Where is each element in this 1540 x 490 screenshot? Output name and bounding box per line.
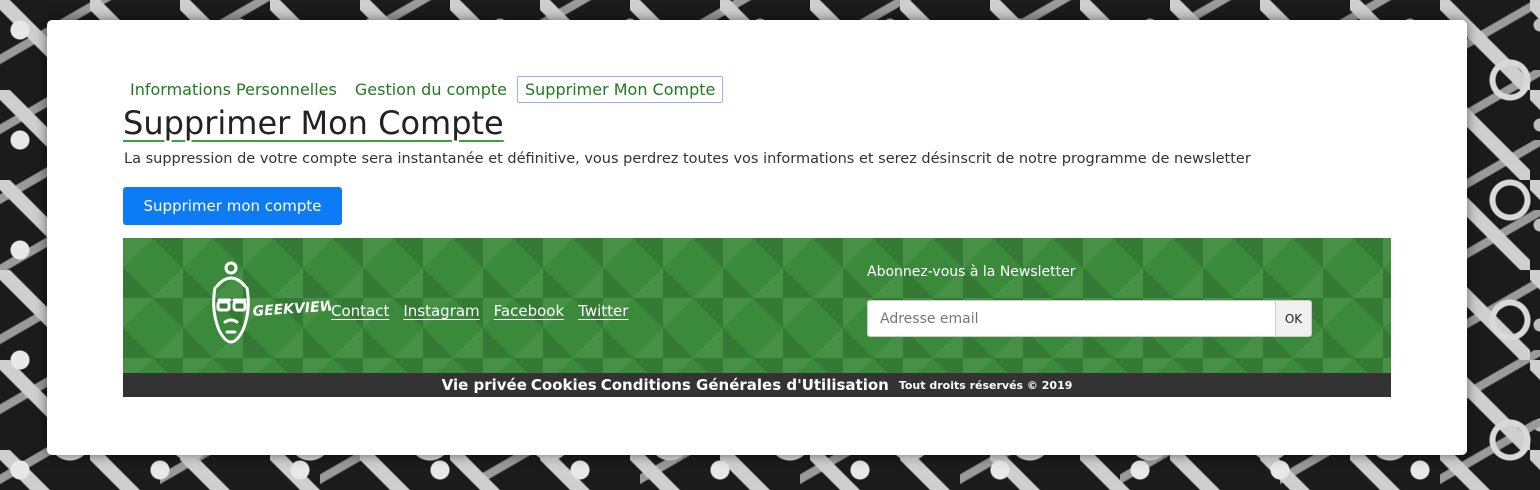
geekview-logo-icon[interactable]: GEEKVIEW [203, 260, 331, 356]
footer-links: Contact Instagram Facebook Twitter [331, 302, 628, 320]
footer-link-instagram[interactable]: Instagram [403, 302, 479, 320]
copyright-text: Tout droits réservés © 2019 [898, 378, 1073, 392]
legal-link-privacy[interactable]: Vie privée [442, 376, 527, 394]
account-tabs: Informations Personnelles Gestion du com… [122, 76, 725, 103]
delete-account-button[interactable]: Supprimer mon compte [123, 187, 342, 225]
page-title: Supprimer Mon Compte [123, 104, 504, 142]
footer-link-facebook[interactable]: Facebook [494, 302, 564, 320]
legal-link-terms[interactable]: Conditions Générales d'Utilisation [601, 376, 889, 394]
tab-personal-info[interactable]: Informations Personnelles [122, 76, 345, 103]
newsletter-email-input[interactable] [867, 300, 1276, 337]
logo-text: GEEKVIEW [252, 298, 331, 320]
footer-link-twitter[interactable]: Twitter [578, 302, 628, 320]
newsletter-title: Abonnez-vous à la Newsletter [867, 264, 1076, 280]
delete-description: La suppression de votre compte sera inst… [124, 151, 1251, 167]
account-card: Informations Personnelles Gestion du com… [47, 20, 1467, 455]
footer-link-contact[interactable]: Contact [331, 302, 389, 320]
legal-link-cookies[interactable]: Cookies [531, 376, 597, 394]
footer-main: GEEKVIEW Contact Instagram Facebook Twit… [123, 238, 1391, 373]
tab-account-management[interactable]: Gestion du compte [347, 76, 515, 103]
site-footer: GEEKVIEW Contact Instagram Facebook Twit… [123, 238, 1391, 397]
footer-legal-bar: Vie privée Cookies Conditions Générales … [123, 373, 1391, 397]
tab-delete-account[interactable]: Supprimer Mon Compte [517, 76, 724, 103]
newsletter-submit-button[interactable]: OK [1276, 300, 1312, 337]
newsletter-form: OK [867, 300, 1312, 337]
